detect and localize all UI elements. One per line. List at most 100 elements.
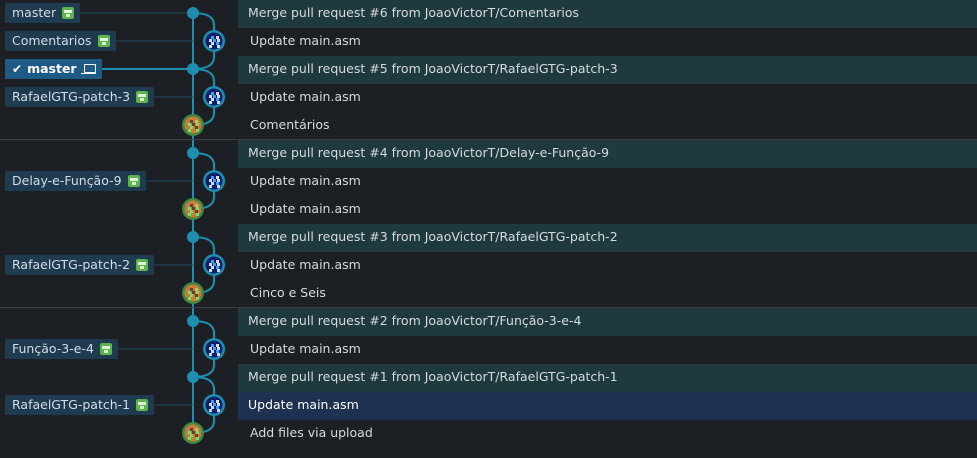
commit-row[interactable]: Merge pull request #2 from JoaoVictorT/F… bbox=[238, 308, 977, 336]
avatar-pixel bbox=[196, 431, 199, 434]
branch-name: Comentarios bbox=[12, 33, 92, 48]
branch-label[interactable]: Delay-e-Função-9 bbox=[5, 171, 146, 191]
avatar-pixel bbox=[192, 123, 195, 126]
branch-name: master bbox=[27, 61, 77, 76]
avatar-pixel bbox=[211, 260, 214, 263]
merge-commit-dot bbox=[187, 7, 199, 19]
avatar-pixel bbox=[217, 95, 220, 98]
avatar-pixel bbox=[211, 36, 214, 39]
commit-row[interactable]: Update main.asm bbox=[240, 336, 977, 364]
branch-name: Delay-e-Função-9 bbox=[12, 173, 122, 188]
avatar-pixel bbox=[216, 36, 219, 39]
avatar-pixel bbox=[196, 291, 199, 294]
avatar-pixel bbox=[211, 400, 214, 403]
avatar-pixel bbox=[188, 207, 191, 210]
avatar-pixel bbox=[192, 431, 195, 434]
current-branch-label[interactable]: ✔ master bbox=[5, 59, 102, 79]
commit-row[interactable]: Merge pull request #1 from JoaoVictorT/R… bbox=[238, 364, 977, 392]
avatar-pixel bbox=[195, 210, 198, 213]
merge-commit-dot bbox=[187, 63, 199, 75]
remote-icon bbox=[136, 399, 149, 411]
commit-message: Update main.asm bbox=[250, 173, 361, 188]
avatar-pixel bbox=[211, 176, 214, 179]
branch-name: RafaelGTG-patch-3 bbox=[12, 89, 131, 104]
commit-row[interactable]: Add files via upload bbox=[240, 420, 977, 448]
branch-label[interactable]: Comentarios bbox=[5, 31, 116, 51]
avatar-pixel bbox=[216, 350, 219, 353]
avatar-pixel bbox=[213, 179, 216, 182]
branch-name: RafaelGTG-patch-1 bbox=[12, 397, 131, 412]
commit-row[interactable]: Merge pull request #6 from JoaoVictorT/C… bbox=[238, 0, 977, 28]
commit-message: Merge pull request #3 from JoaoVictorT/R… bbox=[248, 229, 618, 244]
avatar-pixel bbox=[196, 437, 199, 440]
commit-row[interactable]: Merge pull request #3 from JoaoVictorT/R… bbox=[238, 224, 977, 252]
avatar-pixel bbox=[196, 297, 199, 300]
merge-commit-dot bbox=[187, 231, 199, 243]
avatar-pixel bbox=[196, 123, 199, 126]
merge-commit-dot bbox=[187, 315, 199, 327]
avatar-pixel bbox=[190, 288, 193, 291]
avatar-pixel bbox=[190, 210, 193, 213]
commit-row[interactable]: Update main.asm bbox=[240, 84, 977, 112]
avatar-pixel bbox=[209, 101, 212, 104]
avatar-pixel bbox=[192, 291, 195, 294]
merge-commit-dot bbox=[187, 371, 199, 383]
avatar-pixel bbox=[188, 123, 191, 126]
commit-row[interactable]: Update main.asm bbox=[240, 196, 977, 224]
avatar-pixel bbox=[209, 409, 212, 412]
commit-message: Update main.asm bbox=[250, 89, 361, 104]
avatar-pixel bbox=[196, 129, 199, 132]
avatar-pixel bbox=[190, 204, 193, 207]
avatar-pixel bbox=[216, 182, 219, 185]
avatar-pixel bbox=[216, 42, 219, 45]
avatar-pixel bbox=[217, 269, 220, 272]
branch-label[interactable]: RafaelGTG-patch-2 bbox=[5, 255, 155, 275]
avatar-pixel bbox=[217, 347, 220, 350]
avatar-pixel bbox=[211, 406, 214, 409]
avatar-pixel bbox=[209, 45, 212, 48]
remote-icon bbox=[99, 343, 112, 355]
check-icon: ✔ bbox=[12, 62, 23, 76]
avatar-pixel bbox=[211, 182, 214, 185]
commit-row[interactable]: Update main.asm bbox=[238, 392, 977, 420]
commit-row[interactable]: Update main.asm bbox=[240, 28, 977, 56]
branch-label[interactable]: Função-3-e-4 bbox=[5, 339, 118, 359]
commit-row[interactable]: Update main.asm bbox=[240, 168, 977, 196]
branch-label[interactable]: RafaelGTG-patch-1 bbox=[5, 395, 155, 415]
avatar-pixel bbox=[209, 179, 212, 182]
commit-message: Update main.asm bbox=[250, 257, 361, 272]
avatar-pixel bbox=[216, 260, 219, 263]
branch-name: RafaelGTG-patch-2 bbox=[12, 257, 131, 272]
commit-row[interactable]: Comentários bbox=[240, 112, 977, 140]
branch-name: Função-3-e-4 bbox=[12, 341, 94, 356]
commit-row[interactable]: Cinco e Seis bbox=[240, 280, 977, 308]
avatar-pixel bbox=[195, 204, 198, 207]
avatar-pixel bbox=[188, 129, 191, 132]
avatar-pixel bbox=[195, 428, 198, 431]
branch-label[interactable]: RafaelGTG-patch-3 bbox=[5, 87, 155, 107]
avatar-pixel bbox=[217, 263, 220, 266]
commit-row[interactable]: Merge pull request #4 from JoaoVictorT/D… bbox=[238, 140, 977, 168]
avatar-pixel bbox=[213, 39, 216, 42]
branch-label[interactable]: master bbox=[5, 3, 81, 23]
avatar-pixel bbox=[195, 288, 198, 291]
avatar-pixel bbox=[213, 263, 216, 266]
avatar-pixel bbox=[195, 294, 198, 297]
commit-message: Merge pull request #5 from JoaoVictorT/R… bbox=[248, 61, 618, 76]
commit-message: Update main.asm bbox=[250, 201, 361, 216]
avatar-pixel bbox=[188, 437, 191, 440]
avatar-pixel bbox=[190, 126, 193, 129]
commit-row[interactable]: Merge pull request #5 from JoaoVictorT/R… bbox=[238, 56, 977, 84]
commit-message: Cinco e Seis bbox=[250, 285, 326, 300]
commit-row[interactable]: Update main.asm bbox=[240, 252, 977, 280]
avatar-pixel bbox=[211, 344, 214, 347]
avatar-pixel bbox=[211, 98, 214, 101]
commit-message: Update main.asm bbox=[248, 397, 359, 412]
avatar-pixel bbox=[217, 45, 220, 48]
commit-message: Comentários bbox=[250, 117, 330, 132]
avatar-pixel bbox=[196, 207, 199, 210]
remote-icon bbox=[136, 259, 149, 271]
avatar-pixel bbox=[216, 98, 219, 101]
avatar-pixel bbox=[190, 294, 193, 297]
avatar-pixel bbox=[216, 400, 219, 403]
